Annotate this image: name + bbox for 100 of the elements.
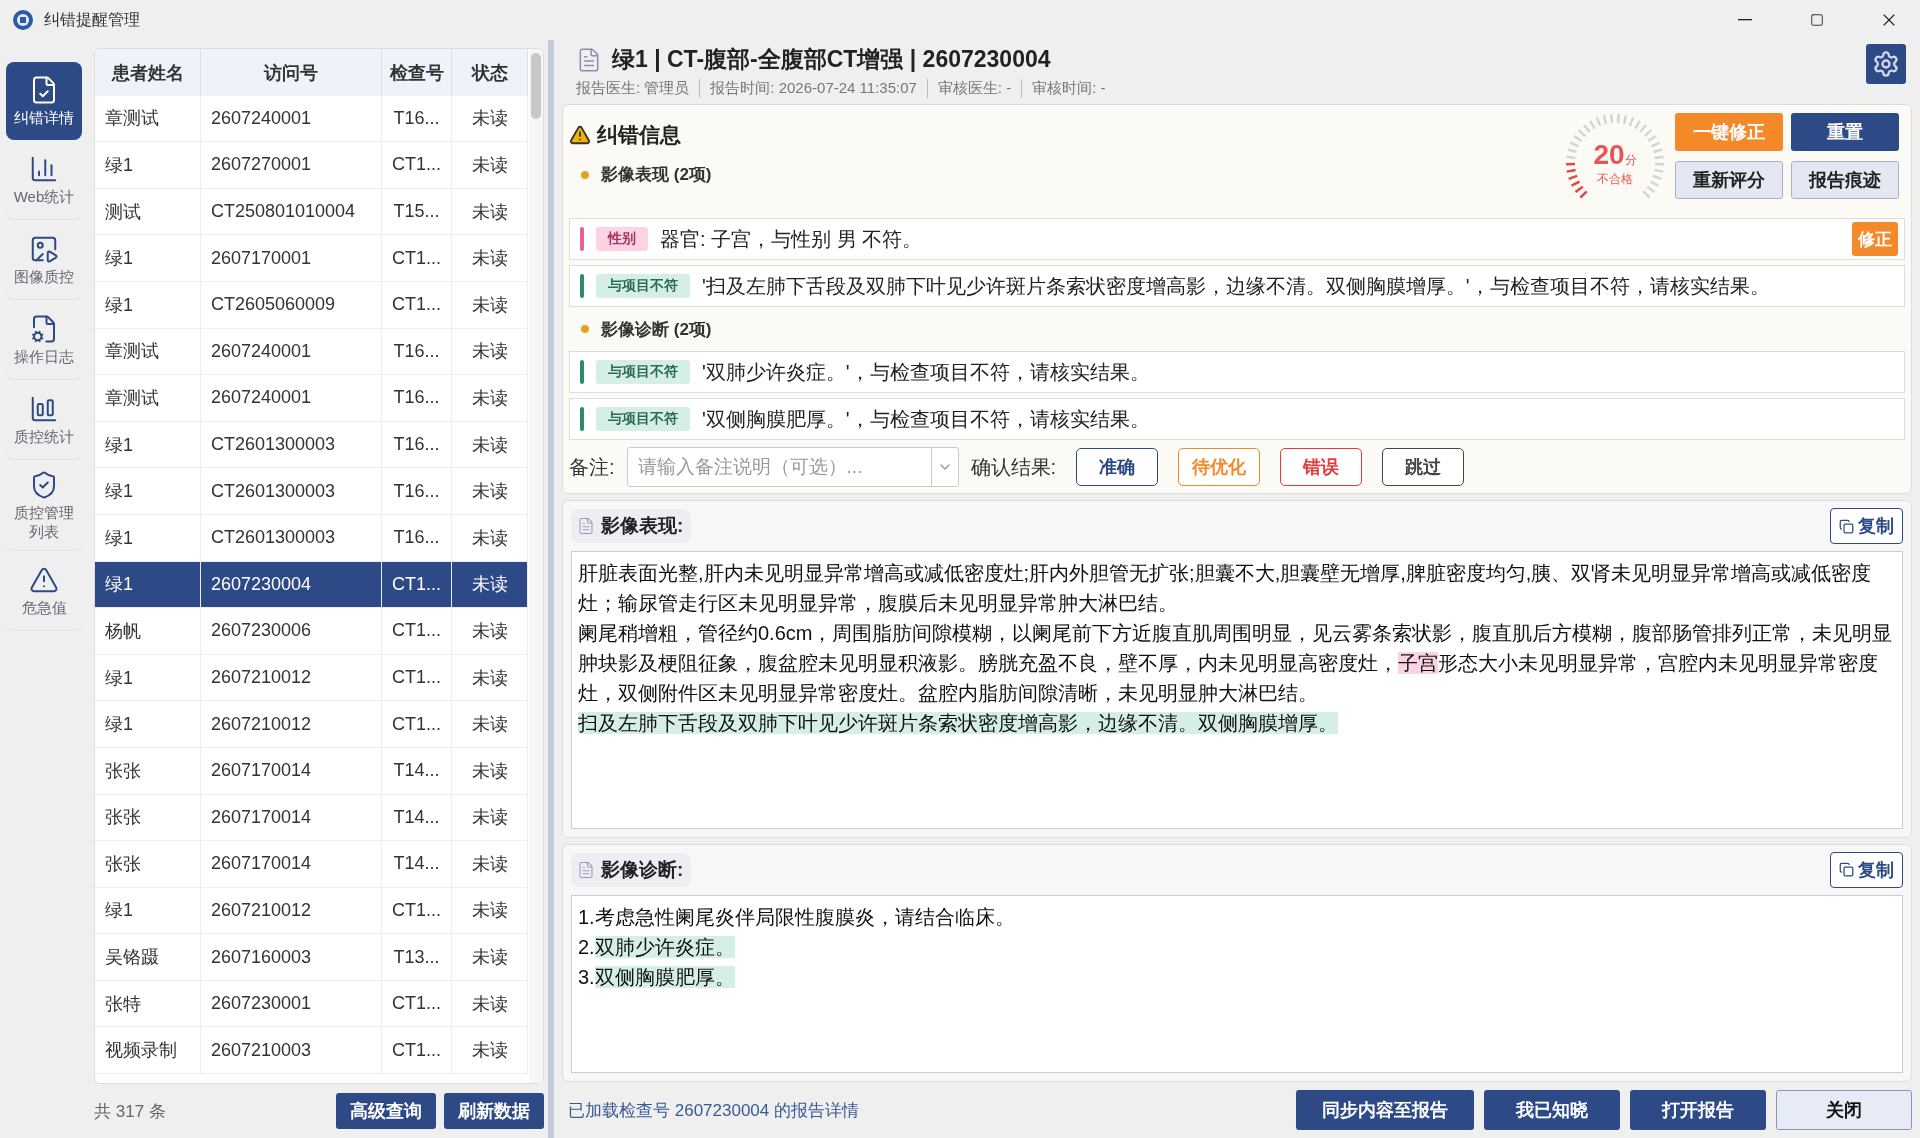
nav-item[interactable]: 图像质控	[6, 222, 82, 300]
table-cell[interactable]: T16...	[382, 421, 452, 469]
table-cell[interactable]: 未读	[452, 1027, 528, 1075]
table-cell[interactable]: 绿1	[95, 654, 201, 702]
confirm-button[interactable]: 准确	[1076, 448, 1159, 486]
table-cell[interactable]: 2607210003	[201, 1027, 382, 1075]
nav-item[interactable]: 操作日志	[6, 302, 82, 380]
table-cell[interactable]: 未读	[452, 934, 528, 981]
table-cell[interactable]: CT1...	[382, 142, 452, 189]
table-cell[interactable]: 张张	[95, 841, 201, 888]
table-cell[interactable]: CT1...	[382, 608, 452, 655]
table-cell[interactable]: 2607170014	[201, 841, 382, 888]
table-cell[interactable]: 张张	[95, 747, 201, 795]
copy-button[interactable]: 复制	[1830, 508, 1903, 544]
table-cell[interactable]: T14...	[382, 794, 452, 842]
table-cell[interactable]: T14...	[382, 841, 452, 888]
table-cell[interactable]: 2607230001	[201, 980, 382, 1028]
table-cell[interactable]: T16...	[382, 328, 452, 376]
table-cell[interactable]: 未读	[452, 701, 528, 748]
table-cell[interactable]: 绿1	[95, 701, 201, 748]
table-cell[interactable]: 未读	[452, 980, 528, 1028]
table-cell[interactable]: 未读	[452, 281, 528, 329]
table-cell[interactable]: 未读	[452, 468, 528, 515]
table-cell[interactable]: 未读	[452, 887, 528, 935]
table-cell[interactable]: 绿1	[95, 142, 201, 189]
table-cell[interactable]: T16...	[382, 375, 452, 422]
table-cell[interactable]: CT2601300003	[201, 514, 382, 562]
table-cell[interactable]: 2607210012	[201, 654, 382, 702]
table-cell[interactable]: T15...	[382, 188, 452, 236]
table-cell[interactable]: CT1...	[382, 561, 452, 609]
table-cell[interactable]: 视频录制	[95, 1027, 201, 1075]
table-cell[interactable]: 张张	[95, 794, 201, 842]
table-cell[interactable]: 2607170001	[201, 235, 382, 282]
footer-button[interactable]: 关闭	[1776, 1090, 1912, 1130]
table-cell[interactable]: CT1...	[382, 235, 452, 282]
table-cell[interactable]: 绿1	[95, 887, 201, 935]
table-cell[interactable]: 张特	[95, 980, 201, 1028]
table-cell[interactable]: 绿1	[95, 514, 201, 562]
table-cell[interactable]: 未读	[452, 375, 528, 422]
table-cell[interactable]: 未读	[452, 794, 528, 842]
confirm-button[interactable]: 错误	[1280, 448, 1363, 486]
table-cell[interactable]: 章测试	[95, 375, 201, 422]
table-cell[interactable]: 2607240001	[201, 375, 382, 422]
query-button[interactable]: 刷新数据	[444, 1093, 544, 1129]
table-cell[interactable]: CT1...	[382, 887, 452, 935]
table-cell[interactable]: 未读	[452, 142, 528, 189]
action-button[interactable]: 报告痕迹	[1791, 161, 1899, 199]
table-cell[interactable]: CT1...	[382, 1027, 452, 1075]
table-cell[interactable]: 2607230004	[201, 561, 382, 609]
table-cell[interactable]: CT1...	[382, 654, 452, 702]
table-cell[interactable]: 未读	[452, 188, 528, 236]
table-cell[interactable]: 未读	[452, 514, 528, 562]
table-cell[interactable]: 2607170014	[201, 747, 382, 795]
table-cell[interactable]: 章测试	[95, 328, 201, 376]
table-cell[interactable]: 2607210012	[201, 887, 382, 935]
table-cell[interactable]: CT250801010004	[201, 188, 382, 236]
table-cell[interactable]: CT2601300003	[201, 468, 382, 515]
table-cell[interactable]: 2607210012	[201, 701, 382, 748]
nav-item[interactable]: 质控管理列表	[6, 462, 82, 551]
table-cell[interactable]: 吴铬蹑	[95, 934, 201, 981]
nav-item[interactable]: Web统计	[6, 142, 82, 220]
table-cell[interactable]: 绿1	[95, 421, 201, 469]
table-cell[interactable]: 2607240001	[201, 95, 382, 143]
table-cell[interactable]: 2607270001	[201, 142, 382, 189]
copy-button[interactable]: 复制	[1830, 851, 1903, 888]
table-cell[interactable]: 未读	[452, 747, 528, 795]
table-cell[interactable]: 杨帆	[95, 608, 201, 655]
report-text-field[interactable]: 1.考虑急性阑尾炎伴局限性腹膜炎，请结合临床。 2.双肺少许炎症。 3.双侧胸膜肥厚。	[571, 894, 1903, 1073]
table-cell[interactable]: CT1...	[382, 281, 452, 329]
table-cell[interactable]: 测试	[95, 188, 201, 236]
nav-item[interactable]: 危急值	[6, 552, 82, 631]
table-cell[interactable]: T14...	[382, 747, 452, 795]
table-cell[interactable]: CT2605060009	[201, 281, 382, 329]
table-cell[interactable]: 2607170014	[201, 794, 382, 842]
report-text-field[interactable]	[571, 551, 1903, 829]
table-cell[interactable]: T16...	[382, 468, 452, 515]
nav-item[interactable]: 纠错详情	[6, 62, 82, 140]
scrollbar-thumb[interactable]	[531, 53, 541, 119]
settings-button[interactable]	[1866, 44, 1906, 84]
table-cell[interactable]: 章测试	[95, 95, 201, 143]
footer-button[interactable]: 同步内容至报告	[1296, 1090, 1474, 1130]
table-cell[interactable]: 未读	[452, 561, 528, 609]
action-button[interactable]: 重新评分	[1675, 161, 1783, 199]
table-cell[interactable]: 未读	[452, 654, 528, 702]
table-cell[interactable]: 未读	[452, 328, 528, 376]
table-cell[interactable]: 未读	[452, 95, 528, 143]
footer-button[interactable]: 打开报告	[1630, 1090, 1766, 1130]
table-cell[interactable]: CT1...	[382, 701, 452, 748]
table-cell[interactable]: 未读	[452, 421, 528, 469]
query-button[interactable]: 高级查询	[336, 1093, 436, 1129]
table-cell[interactable]: 未读	[452, 841, 528, 888]
table-cell[interactable]: T16...	[382, 514, 452, 562]
table-cell[interactable]: 未读	[452, 608, 528, 655]
table-cell[interactable]: 绿1	[95, 561, 201, 609]
table-cell[interactable]: T13...	[382, 934, 452, 981]
table-cell[interactable]: 绿1	[95, 235, 201, 282]
footer-button[interactable]: 我已知晓	[1484, 1090, 1620, 1130]
table-cell[interactable]: T16...	[382, 95, 452, 143]
note-field[interactable]: 请输入备注说明（可选）...	[626, 447, 959, 487]
confirm-button[interactable]: 跳过	[1382, 448, 1465, 486]
